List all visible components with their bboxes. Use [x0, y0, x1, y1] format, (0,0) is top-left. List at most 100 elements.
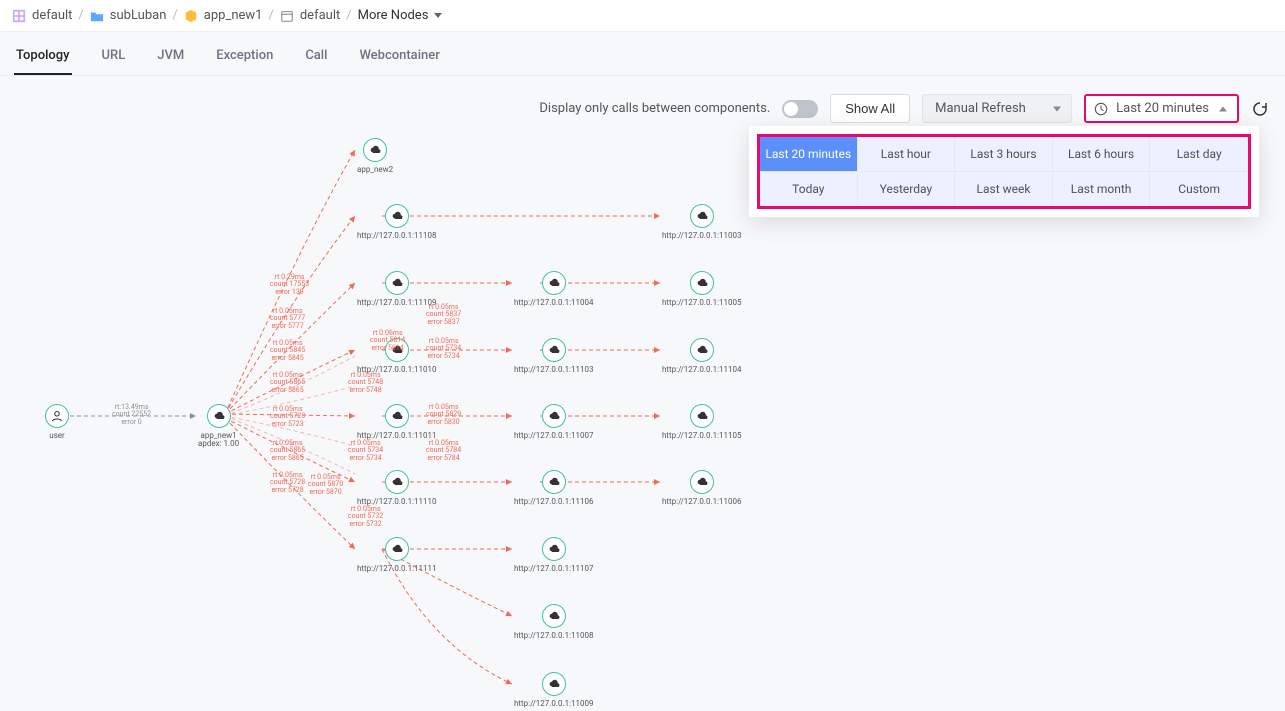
time-range-option[interactable]: Last week: [955, 172, 1053, 206]
time-range-option[interactable]: Last 20 minutes: [760, 137, 858, 172]
breadcrumb-item-product[interactable]: default: [12, 8, 72, 23]
time-range-option[interactable]: Last month: [1053, 172, 1151, 206]
node-label: http://127.0.0.1:11009: [514, 700, 594, 708]
node-service[interactable]: http://127.0.0.1:11011: [357, 404, 437, 440]
edge-label: rt 0.29mscount 17553error 139: [270, 274, 309, 296]
cloud-icon: [391, 543, 403, 555]
breadcrumb-sep: /: [346, 8, 351, 23]
node-service[interactable]: http://127.0.0.1:11005: [662, 271, 742, 307]
tab-exception[interactable]: Exception: [214, 38, 275, 75]
tab-topology[interactable]: Topology: [14, 38, 72, 75]
node-service[interactable]: app_new2: [357, 138, 393, 174]
refresh-mode-value: Manual Refresh: [935, 101, 1026, 116]
node-service[interactable]: http://127.0.0.1:11004: [514, 271, 594, 307]
breadcrumb-sep: /: [268, 8, 273, 23]
time-range-option[interactable]: Last day: [1150, 137, 1248, 172]
node-service[interactable]: http://127.0.0.1:11008: [514, 604, 594, 640]
cloud-icon: [213, 410, 225, 422]
folder-icon: [90, 9, 104, 23]
package-icon: [184, 9, 198, 23]
edge-label: rt:13.49mscount 22552error 0: [112, 404, 151, 426]
edge-label: rt 0.05mscount 5728error 5728: [270, 472, 305, 494]
edge-label: rt 0.05mscount 5865error 5865: [270, 372, 305, 394]
time-range-option[interactable]: Last 3 hours: [955, 137, 1053, 172]
node-label: http://127.0.0.1:11008: [514, 632, 594, 640]
calendar-icon: [280, 9, 294, 23]
tab-jvm[interactable]: JVM: [155, 38, 186, 75]
node-service[interactable]: http://127.0.0.1:11006: [662, 470, 742, 506]
user-icon: [51, 410, 63, 422]
cloud-icon: [696, 476, 708, 488]
time-range-option[interactable]: Last 6 hours: [1053, 137, 1151, 172]
node-service[interactable]: http://127.0.0.1:11106: [514, 470, 594, 506]
cloud-icon: [548, 410, 560, 422]
node-service[interactable]: http://127.0.0.1:11103: [514, 338, 594, 374]
breadcrumb-item-folder[interactable]: subLuban: [90, 8, 167, 23]
node-label: http://127.0.0.1:11006: [662, 498, 742, 506]
node-service[interactable]: http://127.0.0.1:11007: [514, 404, 594, 440]
edge-label: rt 0.05mscount 5784error 5784: [426, 440, 461, 462]
time-range-option[interactable]: Custom: [1150, 172, 1248, 206]
node-service[interactable]: http://127.0.0.1:11107: [514, 537, 594, 573]
time-range-select[interactable]: Last 20 minutes: [1084, 94, 1239, 123]
node-label: app_new2: [357, 166, 393, 174]
node-service[interactable]: http://127.0.0.1:11110: [357, 470, 437, 506]
time-range-option[interactable]: Today: [760, 172, 858, 206]
node-service[interactable]: http://127.0.0.1:11003: [662, 204, 742, 240]
breadcrumb-label: subLuban: [110, 8, 167, 23]
cloud-icon: [391, 210, 403, 222]
node-service[interactable]: http://127.0.0.1:11009: [514, 672, 594, 708]
node-service[interactable]: http://127.0.0.1:11105: [662, 404, 742, 440]
breadcrumb-item-app[interactable]: app_new1: [184, 8, 263, 23]
chevron-up-icon: [1219, 106, 1227, 111]
node-label: http://127.0.0.1:11004: [514, 299, 594, 307]
node-service[interactable]: http://127.0.0.1:11111: [357, 537, 437, 573]
breadcrumb-item-env[interactable]: default: [280, 8, 340, 23]
refresh-mode-select[interactable]: Manual Refresh: [922, 94, 1072, 123]
node-app[interactable]: app_new1apdex: 1.00: [198, 404, 239, 449]
node-label: http://127.0.0.1:11007: [514, 432, 594, 440]
breadcrumb-label: app_new1: [204, 8, 263, 23]
refresh-button[interactable]: [1251, 100, 1269, 118]
edge-label: rt 0.05mscount 5837error 5837: [426, 304, 461, 326]
time-range-option[interactable]: Last hour: [858, 137, 956, 172]
tab-url[interactable]: URL: [100, 38, 128, 75]
edge-label: rt 0.05mscount 5723error 5723: [270, 406, 305, 428]
cloud-icon: [696, 344, 708, 356]
edge-label: rt 0.05mscount 5865error 5865: [270, 440, 305, 462]
node-service[interactable]: http://127.0.0.1:11109: [357, 271, 437, 307]
edge-label: rt 0.05mscount 5734error 5734: [348, 440, 383, 462]
show-all-button[interactable]: Show All: [830, 94, 910, 123]
chevron-down-icon: [1053, 106, 1061, 111]
cloud-icon: [548, 610, 560, 622]
display-only-toggle[interactable]: [782, 100, 818, 118]
node-label: user: [49, 432, 65, 440]
node-user[interactable]: user: [45, 404, 69, 440]
cloud-icon: [696, 277, 708, 289]
grid-icon: [12, 9, 26, 23]
edge-label: rt 0.05mscount 5734error 5734: [426, 338, 461, 360]
node-label: http://127.0.0.1:11111: [357, 565, 437, 573]
node-label: http://127.0.0.1:11104: [662, 366, 742, 374]
time-range-dropdown: Last 20 minutes Last hour Last 3 hours L…: [749, 126, 1259, 217]
node-service[interactable]: http://127.0.0.1:11108: [357, 204, 437, 240]
node-service[interactable]: http://127.0.0.1:11104: [662, 338, 742, 374]
tab-call[interactable]: Call: [303, 38, 329, 75]
cloud-icon: [369, 144, 381, 156]
cloud-icon: [548, 344, 560, 356]
node-label: http://127.0.0.1:11105: [662, 432, 742, 440]
cloud-icon: [391, 410, 403, 422]
node-label: http://127.0.0.1:11003: [662, 232, 742, 240]
tab-webcontainer[interactable]: Webcontainer: [357, 38, 441, 75]
node-label: http://127.0.0.1:11103: [514, 366, 594, 374]
refresh-icon: [1251, 100, 1269, 118]
breadcrumb-sep: /: [172, 8, 177, 23]
display-only-label: Display only calls between components.: [539, 101, 770, 116]
cloud-icon: [391, 476, 403, 488]
node-label: http://127.0.0.1:11109: [357, 299, 437, 307]
cloud-icon: [696, 410, 708, 422]
edge-label: rt 0.06mscount 5814error 5814: [370, 330, 405, 352]
breadcrumb-item-more[interactable]: More Nodes: [358, 8, 443, 23]
time-range-option[interactable]: Yesterday: [858, 172, 956, 206]
breadcrumb-label: default: [300, 8, 340, 23]
